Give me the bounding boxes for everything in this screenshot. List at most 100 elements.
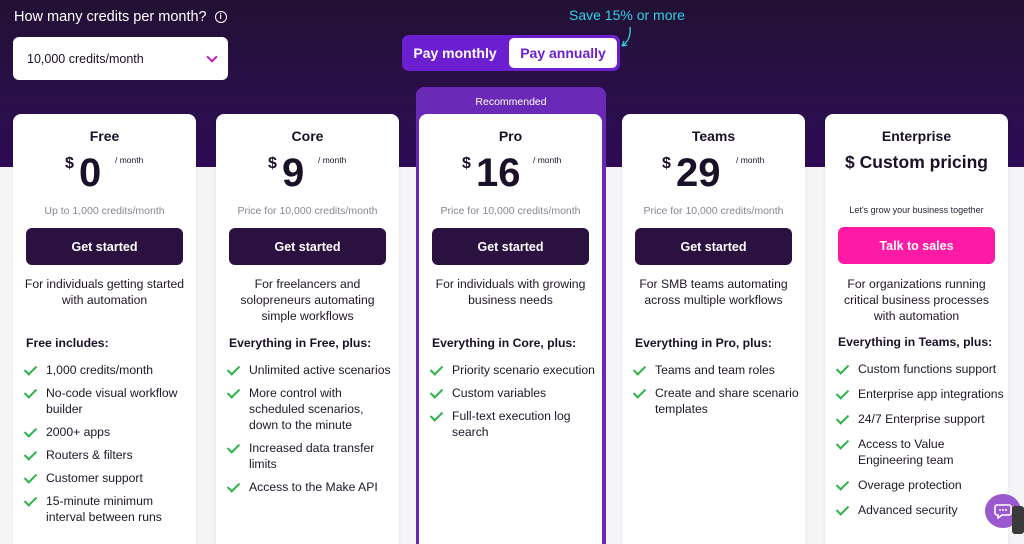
price-amount: 9 (282, 151, 305, 195)
plan-card-enterprise: Enterprise $ Custom pricing Let's grow y… (825, 114, 1008, 544)
price-currency: $ (65, 155, 74, 172)
custom-price: $ Custom pricing (845, 152, 988, 172)
feature-item: Increased data transfer limits (227, 440, 395, 472)
feature-item: No-code visual workflow builder (24, 385, 192, 417)
plan-price: $ 16 / month (419, 151, 602, 201)
includes-title: Everything in Free, plus: (229, 336, 372, 350)
check-icon (227, 385, 241, 401)
pay-monthly-option[interactable]: Pay monthly (405, 38, 505, 68)
includes-title: Everything in Pro, plus: (635, 336, 772, 350)
credits-question-text: How many credits per month? (14, 9, 207, 25)
feature-list: 1,000 credits/month No-code visual workf… (24, 362, 192, 532)
includes-title: Free includes: (26, 336, 109, 350)
includes-title: Everything in Core, plus: (432, 336, 577, 350)
chevron-down-icon (206, 50, 218, 63)
feature-item: 1,000 credits/month (24, 362, 192, 378)
feature-item: Unlimited active scenarios (227, 362, 395, 378)
feature-text: Unlimited active scenarios (249, 363, 391, 377)
plan-name: Free (89, 128, 120, 144)
plan-card-teams: Teams $ 29 / month Price for 10,000 cred… (622, 114, 805, 544)
price-period: / month (533, 155, 562, 165)
feature-item: Advanced security (836, 502, 1004, 518)
get-started-button[interactable]: Get started (229, 228, 386, 265)
feature-item: Overage protection (836, 477, 1004, 493)
check-icon (836, 502, 850, 518)
price-period: / month (318, 155, 347, 165)
feature-item: 15-minute minimum interval between runs (24, 493, 192, 525)
credits-dropdown[interactable]: 10,000 credits/month (13, 37, 228, 80)
price-amount: 16 (476, 151, 521, 195)
get-started-button[interactable]: Get started (26, 228, 183, 265)
feature-text: Advanced security (858, 503, 958, 517)
feature-text: 24/7 Enterprise support (858, 412, 985, 426)
check-icon (836, 361, 850, 377)
feature-text: Full-text execution log search (452, 409, 571, 439)
price-amount: 0 (79, 151, 102, 195)
feature-item: Custom variables (430, 385, 598, 401)
info-icon[interactable]: i (214, 11, 227, 23)
plan-card-free: Free $ 0 / month Up to 1,000 credits/mon… (13, 114, 196, 544)
price-amount: 29 (676, 151, 721, 195)
feature-text: Create and share scenario templates (655, 386, 799, 416)
feature-list: Unlimited active scenarios More control … (227, 362, 395, 502)
price-currency: $ (662, 155, 671, 172)
feature-item: Teams and team roles (633, 362, 801, 378)
plan-card-core: Core $ 9 / month Price for 10,000 credit… (216, 114, 399, 544)
feature-text: Increased data transfer limits (249, 441, 375, 471)
chat-panel-edge (1012, 506, 1024, 534)
feature-text: Teams and team roles (655, 363, 775, 377)
check-icon (430, 362, 444, 378)
plan-description: For individuals with growing business ne… (435, 277, 586, 307)
feature-text: 15-minute minimum interval between runs (46, 494, 162, 524)
plan-subtitle: Up to 1,000 credits/month (44, 205, 165, 217)
price-period: / month (736, 155, 765, 165)
save-note: Save 15% or more (569, 7, 685, 23)
check-icon (24, 493, 38, 509)
feature-text: Enterprise app integrations (858, 387, 1004, 401)
talk-to-sales-button[interactable]: Talk to sales (838, 227, 995, 264)
feature-item: Routers & filters (24, 447, 192, 463)
plan-card-pro: Pro $ 16 / month Price for 10,000 credit… (419, 114, 602, 544)
feature-text: Access to Value Engineering team (858, 437, 954, 467)
billing-toggle: Pay monthly Pay annually (402, 35, 620, 71)
check-icon (227, 362, 241, 378)
feature-text: 2000+ apps (46, 425, 111, 439)
feature-item: Custom functions support (836, 361, 1004, 377)
check-icon (430, 385, 444, 401)
price-currency: $ (268, 155, 277, 172)
price-currency: $ (462, 155, 471, 172)
get-started-button[interactable]: Get started (635, 228, 792, 265)
plan-subtitle: Let's grow your business together (849, 205, 984, 215)
plan-price: $ 29 / month (622, 151, 805, 201)
get-started-button[interactable]: Get started (432, 228, 589, 265)
feature-item: Customer support (24, 470, 192, 486)
check-icon (227, 479, 241, 495)
feature-text: Custom variables (452, 386, 547, 400)
check-icon (836, 477, 850, 493)
feature-text: More control with scheduled scenarios, d… (249, 386, 364, 432)
credits-question: How many credits per month? i (14, 9, 227, 25)
feature-text: Routers & filters (46, 448, 133, 462)
feature-list: Priority scenario execution Custom varia… (430, 362, 598, 447)
plan-name: Core (291, 128, 324, 144)
feature-item: Full-text execution log search (430, 408, 598, 440)
check-icon (633, 362, 647, 378)
feature-item: Access to the Make API (227, 479, 395, 495)
plan-description: For freelancers and solopreneurs automat… (240, 277, 375, 323)
plan-price: $ 0 / month (13, 151, 196, 201)
plan-name: Enterprise (881, 128, 952, 144)
plan-name: Teams (691, 128, 736, 144)
plan-price: $ 9 / month (216, 151, 399, 201)
feature-item: Enterprise app integrations (836, 386, 1004, 402)
feature-item: More control with scheduled scenarios, d… (227, 385, 395, 433)
curved-arrow-icon (621, 26, 631, 47)
feature-list: Custom functions support Enterprise app … (836, 361, 1004, 527)
feature-item: Create and share scenario templates (633, 385, 801, 417)
check-icon (24, 424, 38, 440)
recommended-label: Recommended (475, 96, 547, 108)
plan-description: For organizations running critical busin… (844, 277, 989, 323)
plan-subtitle: Price for 10,000 credits/month (237, 205, 378, 217)
check-icon (24, 385, 38, 401)
pay-annually-option[interactable]: Pay annually (509, 38, 617, 68)
feature-item: 2000+ apps (24, 424, 192, 440)
